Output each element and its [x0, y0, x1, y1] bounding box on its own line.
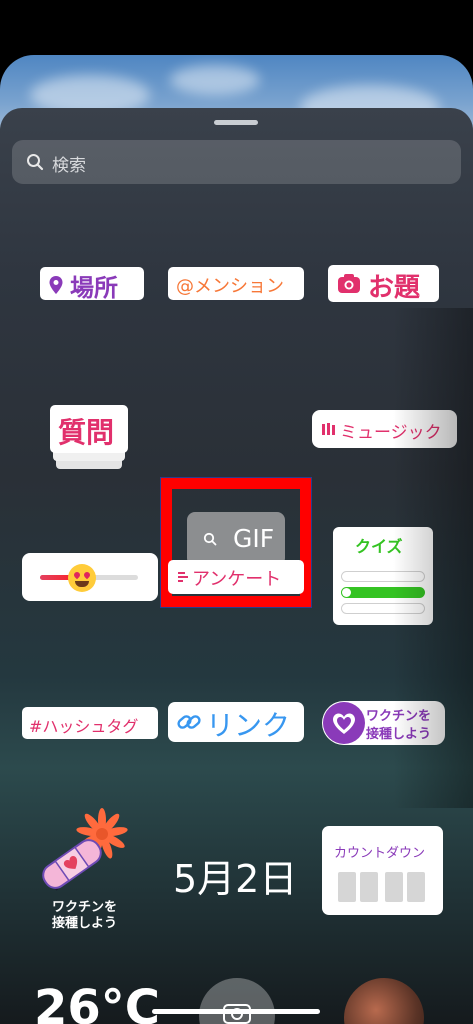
gif-label: GIF [233, 524, 275, 553]
sheet-grabber[interactable] [214, 120, 258, 125]
link-icon [177, 715, 201, 729]
countdown-digit [338, 872, 356, 902]
search-icon [27, 154, 44, 171]
search-bar[interactable]: 検索 [12, 140, 461, 184]
hashtag-sticker[interactable]: #ハッシュタグ [22, 707, 158, 739]
link-sticker[interactable]: リンク [168, 702, 304, 742]
topic-label: お題 [368, 273, 421, 303]
gif-sticker[interactable]: GIF [187, 512, 285, 566]
countdown-digit [360, 872, 378, 902]
quiz-option [341, 571, 425, 582]
link-label: リンク [206, 709, 291, 742]
question-label: 質問 [58, 416, 115, 449]
quiz-label: クイズ [355, 537, 403, 556]
heart-icon [323, 702, 365, 744]
quiz-sticker[interactable]: クイズ [333, 527, 433, 625]
topic-sticker[interactable]: お題 [328, 265, 439, 303]
mention-sticker[interactable]: @メンション [168, 267, 304, 300]
location-sticker[interactable]: 場所 [40, 267, 144, 302]
hashtag-label: #ハッシュタグ [29, 717, 139, 736]
search-icon [203, 532, 217, 546]
music-bars-icon [322, 423, 335, 435]
emoji-slider-sticker[interactable] [22, 553, 158, 601]
quiz-option [341, 603, 425, 614]
music-label: ミュージック [340, 423, 442, 443]
vaccine-heart-sticker[interactable]: ワクチンを 接種しよう [322, 701, 445, 745]
countdown-digit [385, 872, 403, 902]
poll-lines-icon [178, 572, 188, 582]
check-icon [342, 588, 351, 597]
photo-sticker[interactable] [344, 978, 424, 1024]
vaccine-heart-line2: 接種しよう [366, 727, 432, 742]
temperature-sticker[interactable]: 26°C [34, 980, 160, 1024]
location-label: 場所 [70, 274, 118, 302]
countdown-digit [407, 872, 425, 902]
poll-sticker[interactable]: アンケート [168, 560, 304, 594]
camera-shutter-icon[interactable] [199, 978, 275, 1024]
question-sticker[interactable]: 質問 [50, 405, 128, 471]
search-input[interactable]: 検索 [52, 151, 86, 176]
bandage-flower-icon [42, 808, 128, 891]
vaccine-heart-line1: ワクチンを [366, 709, 432, 724]
countdown-label: カウントダウン [334, 846, 426, 861]
camera-icon [338, 274, 360, 293]
location-pin-icon [49, 276, 63, 294]
heart-eyes-emoji-icon[interactable] [68, 564, 96, 592]
poll-label: アンケート [192, 569, 282, 590]
quiz-option-correct [341, 587, 425, 598]
music-sticker[interactable]: ミュージック [312, 410, 457, 448]
countdown-sticker[interactable]: カウントダウン [322, 826, 443, 915]
vaccine-bandage-line2: 接種しよう [52, 916, 118, 931]
vaccine-bandage-sticker[interactable]: ワクチンを 接種しよう [36, 808, 140, 931]
sticker-tray: 検索 場所 @メンション お題 質問 GIF ミュージック アンケート クイズ … [0, 108, 473, 1024]
date-sticker[interactable]: 5月2日 [173, 848, 297, 903]
mention-label: @メンション [176, 276, 284, 297]
home-indicator [152, 1009, 320, 1014]
